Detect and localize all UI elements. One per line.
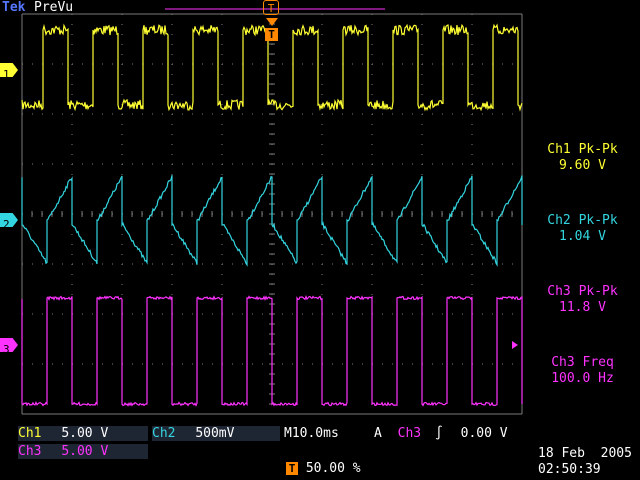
time-readout: 02:50:39 — [538, 462, 601, 477]
trigger-position-readout[interactable]: T 50.00 % — [286, 461, 376, 476]
ch1-scale-readout[interactable]: Ch1 5.00 V — [18, 426, 148, 441]
trigger-marker-letter: T — [267, 2, 275, 15]
timebase-readout[interactable]: M10.0ms — [284, 426, 370, 441]
ch2-scale-readout[interactable]: Ch2 500mV — [152, 426, 280, 441]
timebase-label: M — [284, 426, 292, 441]
measurement-value: 11.8 V — [559, 300, 606, 315]
ch2-scale: 500mV — [195, 426, 235, 441]
measurement-ch1-pkpk[interactable]: Ch1 Pk-Pk 9.60 V — [525, 142, 640, 174]
measurement-ch3-pkpk[interactable]: Ch3 Pk-Pk 11.8 V — [525, 284, 640, 316]
measurement-value: 1.04 V — [559, 229, 606, 244]
measurement-ch2-pkpk[interactable]: Ch2 Pk-Pk 1.04 V — [525, 213, 640, 245]
trigger-level: 0.00 V — [460, 426, 508, 441]
date-readout: 18 Feb 2005 — [538, 446, 632, 461]
rising-edge-icon: ∫ — [434, 426, 443, 441]
trigger-source: Ch3 — [397, 426, 422, 441]
timebase-value: 10.0ms — [291, 426, 339, 441]
trigger-position-value: 50.00 % — [305, 461, 361, 476]
trigger-position-icon: T — [286, 462, 298, 475]
ch2-waveform — [21, 175, 523, 267]
trigger-mode: A — [374, 426, 382, 441]
ch3-scale-readout[interactable]: Ch3 5.00 V — [18, 444, 148, 459]
measurement-label: Ch3 Pk-Pk — [547, 284, 618, 299]
ch3-scale: 5.00 V — [61, 444, 109, 459]
trigger-point-arrow-icon — [266, 18, 278, 26]
trigger-point-letter: T — [268, 28, 275, 41]
ch1-label: Ch1 — [18, 426, 42, 441]
measurement-label: Ch3 Freq — [551, 355, 614, 370]
ch2-label: Ch2 — [152, 426, 176, 441]
measurement-label: Ch2 Pk-Pk — [547, 213, 618, 228]
measurement-label: Ch1 Pk-Pk — [547, 142, 618, 157]
trigger-readout[interactable]: A Ch3 ∫ 0.00 V — [374, 426, 524, 441]
ch3-label: Ch3 — [18, 444, 42, 459]
ch3-waveform — [21, 294, 523, 407]
trigger-position-marker-icon[interactable]: T — [263, 0, 279, 15]
trigger-level-arrow-icon[interactable] — [512, 341, 518, 349]
measurement-ch3-freq[interactable]: Ch3 Freq 100.0 Hz — [525, 355, 640, 387]
measurement-value: 9.60 V — [559, 158, 606, 173]
ch1-scale: 5.00 V — [61, 426, 109, 441]
measurement-value: 100.0 Hz — [551, 371, 614, 386]
trigger-point-marker-icon: T — [265, 28, 278, 41]
